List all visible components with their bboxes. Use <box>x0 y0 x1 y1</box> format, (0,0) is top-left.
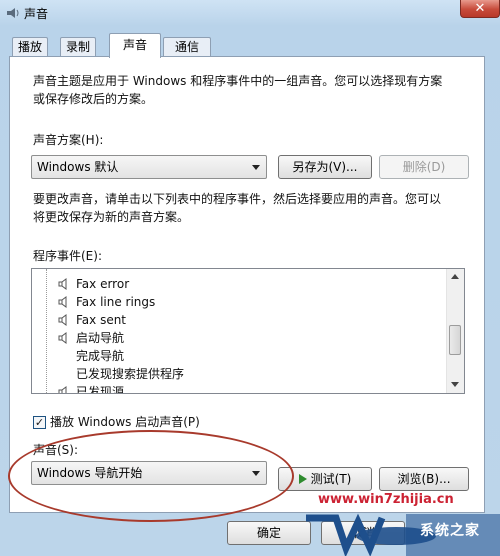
list-item[interactable]: Fax line rings <box>32 293 448 311</box>
intro-text-line1: 声音主题是应用于 Windows 和程序事件中的一组声音。您可以选择现有方案 <box>33 74 443 88</box>
scheme-value: Windows 默认 <box>37 160 119 174</box>
scroll-up-icon[interactable] <box>451 274 459 279</box>
sound-dialog: 声音 ✕ 播放 录制 声音 通信 声音主题是应用于 Windows 和程序事件中… <box>0 0 500 556</box>
change-text-line2: 将更改保存为新的声音方案。 <box>33 210 190 224</box>
list-item[interactable]: Fax sent <box>32 311 448 329</box>
event-label: Fax sent <box>76 313 127 327</box>
speaker-icon <box>58 332 67 344</box>
event-label: 已发现搜索提供程序 <box>76 367 185 381</box>
window-title: 声音 <box>24 7 49 21</box>
scheme-select[interactable]: Windows 默认 <box>31 155 267 179</box>
startup-sound-label: 播放 Windows 启动声音(P) <box>50 415 200 429</box>
watermark-logo-text: 系统之家 <box>420 523 480 539</box>
speaker-icon <box>58 386 67 393</box>
list-item[interactable]: Fax error <box>32 275 448 293</box>
watermark-url: www.win7zhijia.cn <box>318 492 454 507</box>
chevron-down-icon <box>252 165 260 170</box>
change-text-line1: 要更改声音，请单击以下列表中的程序事件，然后选择要应用的声音。您可以 <box>33 192 442 206</box>
play-icon <box>298 474 307 484</box>
list-item[interactable]: 完成导航 <box>32 347 448 365</box>
event-label: 已发现源 <box>76 385 125 394</box>
annotation-circle <box>8 430 294 522</box>
event-label: 启动导航 <box>76 331 125 345</box>
events-label: 程序事件(E): <box>33 249 102 263</box>
event-label: Fax line rings <box>76 295 156 309</box>
tab-recording[interactable]: 录制 <box>60 37 96 57</box>
tab-communications[interactable]: 通信 <box>163 37 211 57</box>
scheme-label: 声音方案(H): <box>33 133 104 147</box>
list-item[interactable]: 已发现搜索提供程序 <box>32 365 448 383</box>
tab-playback[interactable]: 播放 <box>12 37 48 57</box>
speaker-icon <box>58 314 67 326</box>
tab-sounds[interactable]: 声音 <box>109 33 161 58</box>
list-scrollbar[interactable] <box>446 269 464 393</box>
delete-button[interactable]: 删除(D) <box>379 155 469 179</box>
event-label: 完成导航 <box>76 349 125 363</box>
speaker-icon <box>58 296 67 308</box>
event-label: Fax error <box>76 277 130 291</box>
save-as-button[interactable]: 另存为(V)... <box>278 155 372 179</box>
program-events-list[interactable]: Fax error Fax line rings Fax sent 启动导航 完… <box>31 268 465 394</box>
list-item-selected[interactable]: 启动导航 <box>32 329 448 347</box>
close-button[interactable]: ✕ <box>460 0 500 18</box>
speaker-icon <box>58 278 67 290</box>
speaker-icon <box>7 8 19 18</box>
scroll-down-icon[interactable] <box>451 382 459 387</box>
test-label: 测试(T) <box>310 472 352 486</box>
startup-sound-checkbox[interactable]: ✓ <box>33 416 46 429</box>
intro-text-line2: 或保存修改后的方案。 <box>33 92 154 106</box>
list-item[interactable]: 已发现源 <box>32 383 448 394</box>
scroll-thumb[interactable] <box>449 325 461 355</box>
